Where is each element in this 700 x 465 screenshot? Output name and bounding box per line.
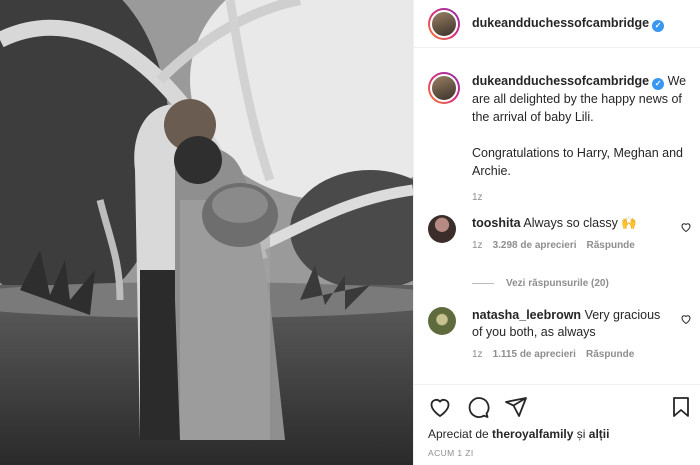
heart-icon[interactable] <box>680 313 692 325</box>
post-time[interactable]: ACUM 1 ZI <box>428 448 474 458</box>
reply-button[interactable]: Răspunde <box>587 240 635 251</box>
comment-text: Always so classy 🙌 <box>523 216 637 230</box>
caption-username[interactable]: dukeandduchessofcambridge ✓ <box>472 74 665 90</box>
bookmark-icon[interactable] <box>669 395 693 419</box>
view-replies[interactable]: Vezi răspunsurile (20) <box>472 278 609 289</box>
post-header: dukeandduchessofcambridge ✓ <box>414 0 700 48</box>
header-username[interactable]: dukeandduchessofcambridge ✓ <box>472 16 665 32</box>
comment-item: tooshita Always so classy 🙌 1z 3.298 de … <box>428 215 692 251</box>
avatar[interactable] <box>428 307 456 335</box>
post-photo[interactable] <box>0 0 413 465</box>
liked-by-others[interactable]: alții <box>589 427 610 441</box>
photo-illustration <box>0 0 413 465</box>
caption-text-2: Congratulations to Harry, Meghan and Arc… <box>472 146 683 178</box>
comment-time: 1z <box>472 349 483 360</box>
caption: dukeandduchessofcambridge ✓ We are all de… <box>428 72 692 203</box>
post-actions: Apreciat de theroyalfamily și alții ACUM… <box>414 384 700 465</box>
comment-icon[interactable] <box>466 395 490 419</box>
liked-by: Apreciat de theroyalfamily și alții <box>428 427 610 441</box>
heart-icon[interactable] <box>428 395 452 419</box>
comment-likes[interactable]: 1.115 de aprecieri <box>493 349 576 360</box>
avatar[interactable] <box>428 7 460 40</box>
comment-likes[interactable]: 3.298 de aprecieri <box>493 240 577 251</box>
comment-username[interactable]: natasha_leebrown <box>472 308 581 322</box>
comment-item: natasha_leebrown Very gracious of you bo… <box>428 307 692 360</box>
caption-avatar[interactable] <box>428 72 460 104</box>
comment-time: 1z <box>472 240 483 251</box>
verified-badge-icon: ✓ <box>652 19 665 32</box>
verified-badge-icon: ✓ <box>652 78 665 90</box>
avatar[interactable] <box>428 215 456 243</box>
post-side-panel: dukeandduchessofcambridge ✓ dukeandduches… <box>413 0 700 465</box>
share-icon[interactable] <box>504 395 528 419</box>
comments-area[interactable]: dukeandduchessofcambridge ✓ We are all de… <box>414 49 700 384</box>
liked-by-user[interactable]: theroyalfamily <box>492 427 573 441</box>
instagram-post-window: dukeandduchessofcambridge ✓ dukeandduches… <box>0 0 700 465</box>
caption-timestamp: 1z <box>472 192 483 203</box>
heart-icon[interactable] <box>680 221 692 233</box>
reply-button[interactable]: Răspunde <box>586 349 634 360</box>
comment-username[interactable]: tooshita <box>472 216 521 230</box>
